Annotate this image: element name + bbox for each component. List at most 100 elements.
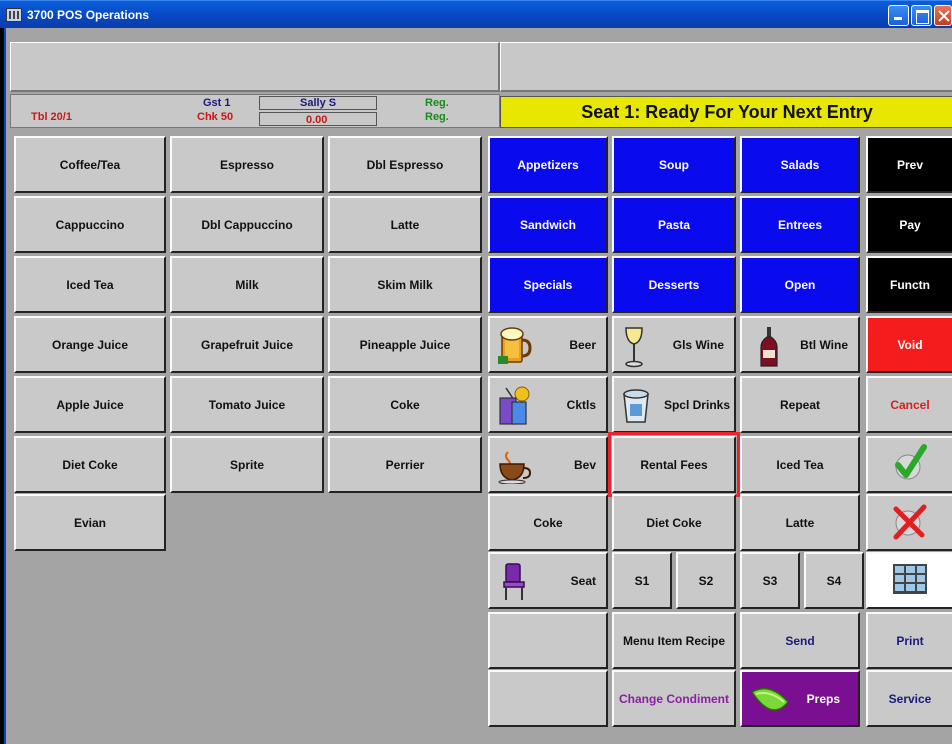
prev-button[interactable]: Prev [866, 136, 952, 193]
category-open[interactable]: Open [740, 256, 860, 313]
keypad-button[interactable] [866, 552, 952, 609]
btl-wine-button[interactable]: Btl Wine [740, 316, 860, 373]
register-label-1: Reg. [425, 97, 449, 109]
pay-button[interactable]: Pay [866, 196, 952, 253]
category-sandwich[interactable]: Sandwich [488, 196, 608, 253]
item-sprite[interactable]: Sprite [170, 436, 324, 493]
status-message: Seat 1: Ready For Your Next Entry [500, 96, 952, 128]
latte-button[interactable]: Latte [740, 494, 860, 551]
blank-button-2[interactable] [488, 670, 608, 727]
category-soup[interactable]: Soup [612, 136, 736, 193]
item-evian[interactable]: Evian [14, 494, 166, 551]
category-entrees[interactable]: Entrees [740, 196, 860, 253]
checkmark-icon [890, 443, 930, 486]
print-button[interactable]: Print [866, 612, 952, 669]
beer-button[interactable]: Beer [488, 316, 608, 373]
check-number: Chk 50 [197, 111, 234, 123]
pos-client-area: Tbl 20/1 Gst 1 Chk 50 Sally S 0.00 Reg. … [4, 28, 952, 744]
item-coffee-tea[interactable]: Coffee/Tea [14, 136, 166, 193]
check-amount: 0.00 [306, 114, 328, 126]
spcl-drinks-label: Spcl Drinks [663, 397, 730, 412]
cktls-button[interactable]: Cktls [488, 376, 608, 433]
title-bar: 3700 POS Operations [0, 0, 952, 28]
item-skim-milk[interactable]: Skim Milk [328, 256, 482, 313]
special-drink-icon [622, 388, 650, 427]
confirm-button[interactable] [866, 436, 952, 493]
void-button[interactable]: Void [866, 316, 952, 373]
employee-box: Sally S [259, 96, 377, 110]
amount-box: 0.00 [259, 112, 377, 126]
item-pineapple-juice[interactable]: Pineapple Juice [328, 316, 482, 373]
item-apple-juice[interactable]: Apple Juice [14, 376, 166, 433]
category-pasta[interactable]: Pasta [612, 196, 736, 253]
employee-name: Sally S [300, 97, 337, 109]
item-grapefruit-juice[interactable]: Grapefruit Juice [170, 316, 324, 373]
table-number: Tbl 20/1 [31, 111, 72, 123]
gls-wine-button[interactable]: Gls Wine [612, 316, 736, 373]
item-diet-coke[interactable]: Diet Coke [14, 436, 166, 493]
repeat-button[interactable]: Repeat [740, 376, 860, 433]
cocktail-icon [498, 386, 534, 431]
wine-glass-icon [622, 326, 646, 371]
preps-button[interactable]: Preps [740, 670, 860, 727]
register-label-2: Reg. [425, 111, 449, 123]
preps-label: Preps [806, 691, 840, 706]
right-message-panel [500, 42, 952, 92]
app-icon [6, 7, 22, 22]
seat-label: Seat [570, 573, 596, 588]
item-latte[interactable]: Latte [328, 196, 482, 253]
beer-mug-icon [498, 326, 532, 369]
cktls-label: Cktls [566, 397, 596, 412]
coke-button[interactable]: Coke [488, 494, 608, 551]
item-tomato-juice[interactable]: Tomato Juice [170, 376, 324, 433]
window-title: 3700 POS Operations [27, 7, 150, 22]
seat-s4-button[interactable]: S4 [804, 552, 864, 609]
category-salads[interactable]: Salads [740, 136, 860, 193]
maximize-button[interactable] [911, 5, 932, 26]
seat-s1-button[interactable]: S1 [612, 552, 672, 609]
close-button[interactable] [934, 5, 952, 26]
btl-wine-label: Btl Wine [800, 337, 848, 352]
gls-wine-label: Gls Wine [672, 337, 724, 352]
seat-button[interactable]: Seat [488, 552, 608, 609]
category-appetizers[interactable]: Appetizers [488, 136, 608, 193]
category-specials[interactable]: Specials [488, 256, 608, 313]
cancel-button[interactable]: Cancel [866, 376, 952, 433]
coffee-cup-icon [498, 450, 532, 487]
seat-s2-button[interactable]: S2 [676, 552, 736, 609]
minimize-button[interactable] [888, 5, 909, 26]
lime-icon [750, 684, 790, 719]
keypad-icon [893, 564, 927, 597]
item-perrier[interactable]: Perrier [328, 436, 482, 493]
item-espresso[interactable]: Espresso [170, 136, 324, 193]
service-button[interactable]: Service [866, 670, 952, 727]
iced-tea-button[interactable]: Iced Tea [740, 436, 860, 493]
red-x-icon [890, 501, 930, 544]
wine-bottle-icon [760, 326, 778, 371]
blank-button-1[interactable] [488, 612, 608, 669]
chair-icon [502, 562, 526, 605]
bev-label: Bev [573, 457, 596, 472]
diet-coke-button[interactable]: Diet Coke [612, 494, 736, 551]
item-dbl-espresso[interactable]: Dbl Espresso [328, 136, 482, 193]
spcl-drinks-button[interactable]: Spcl Drinks [612, 376, 736, 433]
item-cappuccino[interactable]: Cappuccino [14, 196, 166, 253]
bev-button[interactable]: Bev [488, 436, 608, 493]
check-info-bar: Tbl 20/1 Gst 1 Chk 50 Sally S 0.00 Reg. … [10, 94, 500, 128]
guest-count: Gst 1 [203, 97, 231, 109]
beer-label: Beer [569, 337, 596, 352]
item-milk[interactable]: Milk [170, 256, 324, 313]
menu-item-recipe-button[interactable]: Menu Item Recipe [612, 612, 736, 669]
seat-s3-button[interactable]: S3 [740, 552, 800, 609]
item-coke[interactable]: Coke [328, 376, 482, 433]
item-orange-juice[interactable]: Orange Juice [14, 316, 166, 373]
category-desserts[interactable]: Desserts [612, 256, 736, 313]
functn-button[interactable]: Functn [866, 256, 952, 313]
item-iced-tea[interactable]: Iced Tea [14, 256, 166, 313]
item-dbl-cappuccino[interactable]: Dbl Cappuccino [170, 196, 324, 253]
send-button[interactable]: Send [740, 612, 860, 669]
rental-fees-button[interactable]: Rental Fees [608, 432, 740, 497]
left-message-panel [10, 42, 500, 92]
change-condiment-button[interactable]: Change Condiment [612, 670, 736, 727]
cancel-x-button[interactable] [866, 494, 952, 551]
